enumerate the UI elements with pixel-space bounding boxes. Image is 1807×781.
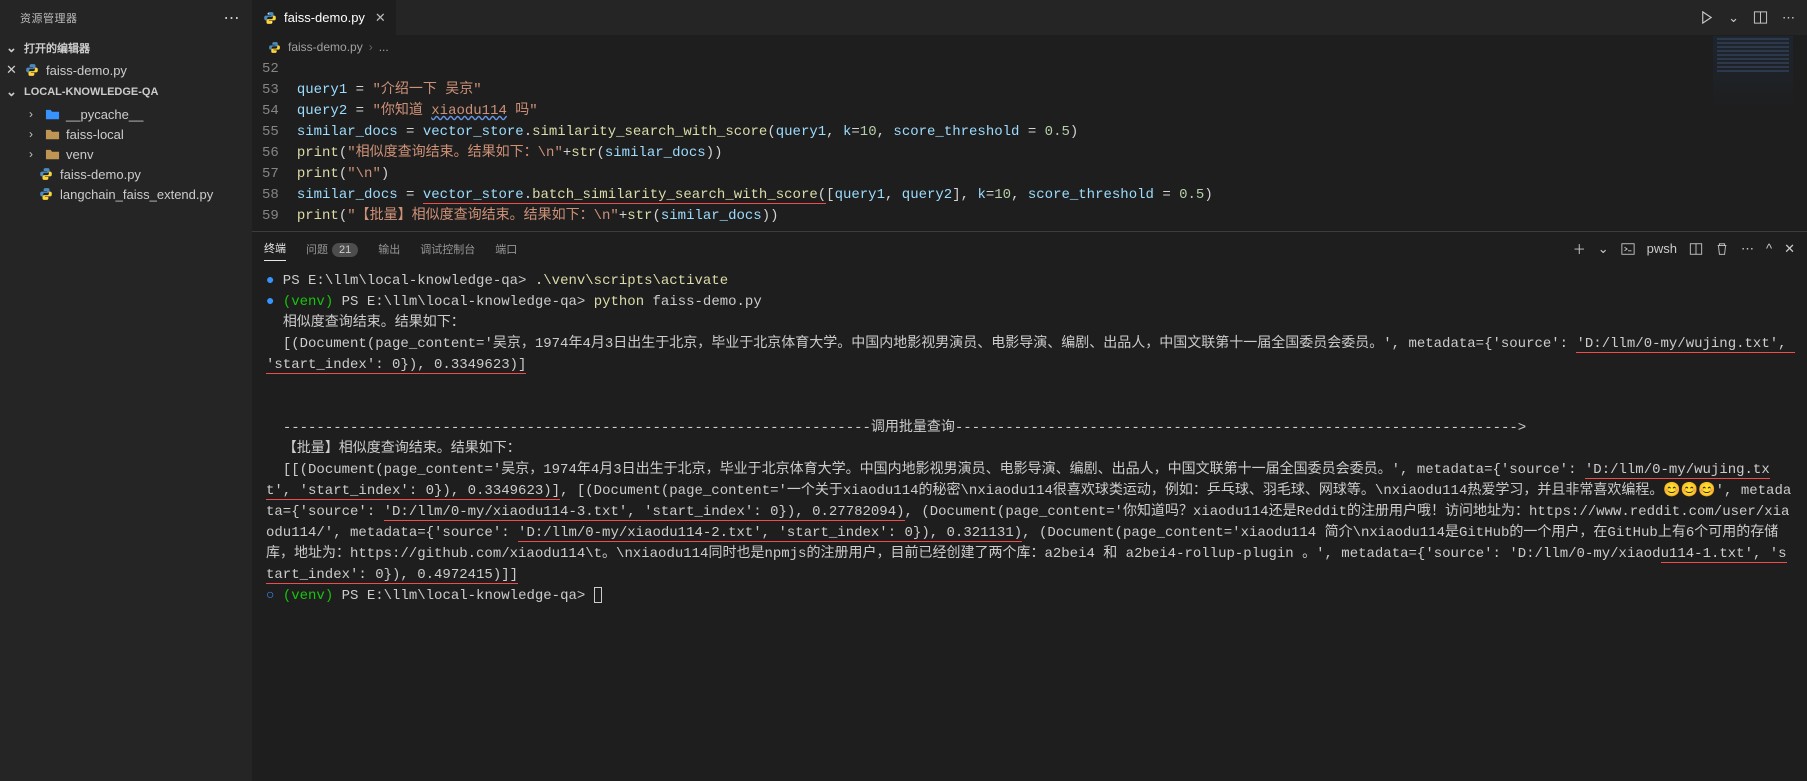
new-terminal-icon[interactable]: ＋ [1573, 239, 1586, 258]
terminal-line: 相似度查询结束。结果如下： [266, 313, 1793, 334]
folder-label: faiss-local [66, 127, 124, 142]
shell-icon[interactable] [1621, 242, 1635, 256]
run-icon[interactable] [1699, 10, 1714, 25]
minimap[interactable] [1713, 36, 1793, 116]
terminal-line: ● (venv) PS E:\llm\local-knowledge-qa> p… [266, 292, 1793, 313]
bottom-panel: 终端 问题 21 输出 调试控制台 端口 ＋ ⌄ pwsh ⋯ ^ ✕ ● PS E:\l… [252, 231, 1807, 781]
terminal-line: ----------------------------------------… [266, 418, 1793, 439]
shell-label: pwsh [1647, 241, 1677, 256]
terminal-line: [(Document(page_content='吴京，1974年4月3日出生于… [266, 334, 1793, 376]
python-icon [38, 186, 54, 202]
panel-tab-label: 调试控制台 [420, 244, 475, 256]
panel-tab[interactable]: 端口 [495, 237, 517, 261]
terminal-line [266, 376, 1793, 397]
open-editors-section[interactable]: 打开的编辑器 [0, 36, 252, 60]
terminal-line: [[(Document(page_content='吴京，1974年4月3日出生… [266, 460, 1793, 586]
line-gutter: 5253545556575859 [252, 59, 297, 227]
panel-tab-label: 输出 [378, 244, 400, 256]
workspace-section[interactable]: LOCAL-KNOWLEDGE-QA [0, 80, 252, 104]
run-chevron-icon[interactable]: ⌄ [1728, 10, 1739, 26]
tab-faiss-demo[interactable]: faiss-demo.py ✕ [252, 0, 396, 35]
file-label: faiss-demo.py [60, 167, 141, 182]
chevron-right-icon: › [24, 107, 38, 121]
python-icon [38, 166, 54, 182]
tab-label: faiss-demo.py [284, 10, 365, 25]
workspace-label: LOCAL-KNOWLEDGE-QA [24, 86, 158, 98]
folder-icon [44, 146, 60, 162]
trash-icon[interactable] [1715, 242, 1729, 256]
folder-icon [44, 106, 60, 122]
open-editors-label: 打开的编辑器 [24, 40, 90, 56]
python-icon [24, 62, 40, 78]
open-editor-item[interactable]: ✕ faiss-demo.py [0, 60, 252, 80]
breadcrumb[interactable]: faiss-demo.py › ... [252, 35, 1807, 59]
terminal-line [266, 397, 1793, 418]
terminal-line: 【批量】相似度查询结束。结果如下： [266, 439, 1793, 460]
folder-item[interactable]: › venv [0, 144, 252, 164]
panel-more-icon[interactable]: ⋯ [1741, 241, 1754, 257]
terminal-chevron-icon[interactable]: ⌄ [1598, 241, 1609, 257]
terminal-output[interactable]: ● PS E:\llm\local-knowledge-qa> .\venv\s… [252, 265, 1807, 781]
folder-label: __pycache__ [66, 107, 143, 122]
explorer-more-icon[interactable]: ⋯ [224, 8, 241, 28]
panel-tab[interactable]: 输出 [378, 237, 400, 261]
maximize-panel-icon[interactable]: ^ [1766, 241, 1772, 256]
panel-actions: ＋ ⌄ pwsh ⋯ ^ ✕ [1573, 239, 1795, 258]
folder-icon [44, 126, 60, 142]
tab-bar: faiss-demo.py ✕ ⌄ ⋯ [252, 0, 1807, 35]
breadcrumb-rest: ... [379, 40, 389, 54]
chevron-right-icon: › [24, 147, 38, 161]
panel-tab-bar: 终端 问题 21 输出 调试控制台 端口 ＋ ⌄ pwsh ⋯ ^ ✕ [252, 232, 1807, 265]
folder-item[interactable]: › faiss-local [0, 124, 252, 144]
close-panel-icon[interactable]: ✕ [1784, 241, 1795, 257]
breadcrumb-file: faiss-demo.py [288, 40, 363, 54]
close-icon[interactable]: ✕ [375, 10, 386, 26]
explorer-header: 资源管理器 ⋯ [0, 0, 252, 36]
python-icon [262, 10, 278, 26]
file-item[interactable]: faiss-demo.py [0, 164, 252, 184]
folder-label: venv [66, 147, 93, 162]
file-item[interactable]: langchain_faiss_extend.py [0, 184, 252, 204]
code-content[interactable]: query1 = "介绍一下 吴京"query2 = "你知道 xiaodu11… [297, 59, 1213, 227]
code-editor[interactable]: 5253545556575859 query1 = "介绍一下 吴京"query… [252, 59, 1807, 231]
split-terminal-icon[interactable] [1689, 242, 1703, 256]
problems-badge: 21 [332, 243, 358, 257]
explorer-title: 资源管理器 [20, 10, 78, 26]
panel-tab[interactable]: 问题 21 [306, 237, 358, 261]
python-icon [266, 39, 282, 55]
folder-item[interactable]: › __pycache__ [0, 104, 252, 124]
editor-actions: ⌄ ⋯ [1699, 0, 1807, 35]
close-icon[interactable]: ✕ [6, 62, 17, 78]
terminal-line: ● PS E:\llm\local-knowledge-qa> .\venv\s… [266, 271, 1793, 292]
tab-more-icon[interactable]: ⋯ [1782, 10, 1795, 26]
panel-tab-label: 问题 [306, 244, 328, 256]
panel-tab-label: 终端 [264, 243, 286, 255]
panel-tab-label: 端口 [495, 244, 517, 256]
file-label: faiss-demo.py [46, 63, 127, 78]
chevron-right-icon: › [24, 127, 38, 141]
panel-tab[interactable]: 终端 [264, 236, 286, 261]
terminal-line: ○ (venv) PS E:\llm\local-knowledge-qa> [266, 586, 1793, 607]
sidebar: 资源管理器 ⋯ 打开的编辑器 ✕ faiss-demo.py LOCAL-KNOW… [0, 0, 252, 781]
panel-tab[interactable]: 调试控制台 [420, 237, 475, 261]
chevron-right-icon: › [369, 40, 373, 54]
file-label: langchain_faiss_extend.py [60, 187, 213, 202]
editor-area: faiss-demo.py ✕ ⌄ ⋯ faiss-demo.py › ... … [252, 0, 1807, 781]
split-editor-icon[interactable] [1753, 10, 1768, 25]
